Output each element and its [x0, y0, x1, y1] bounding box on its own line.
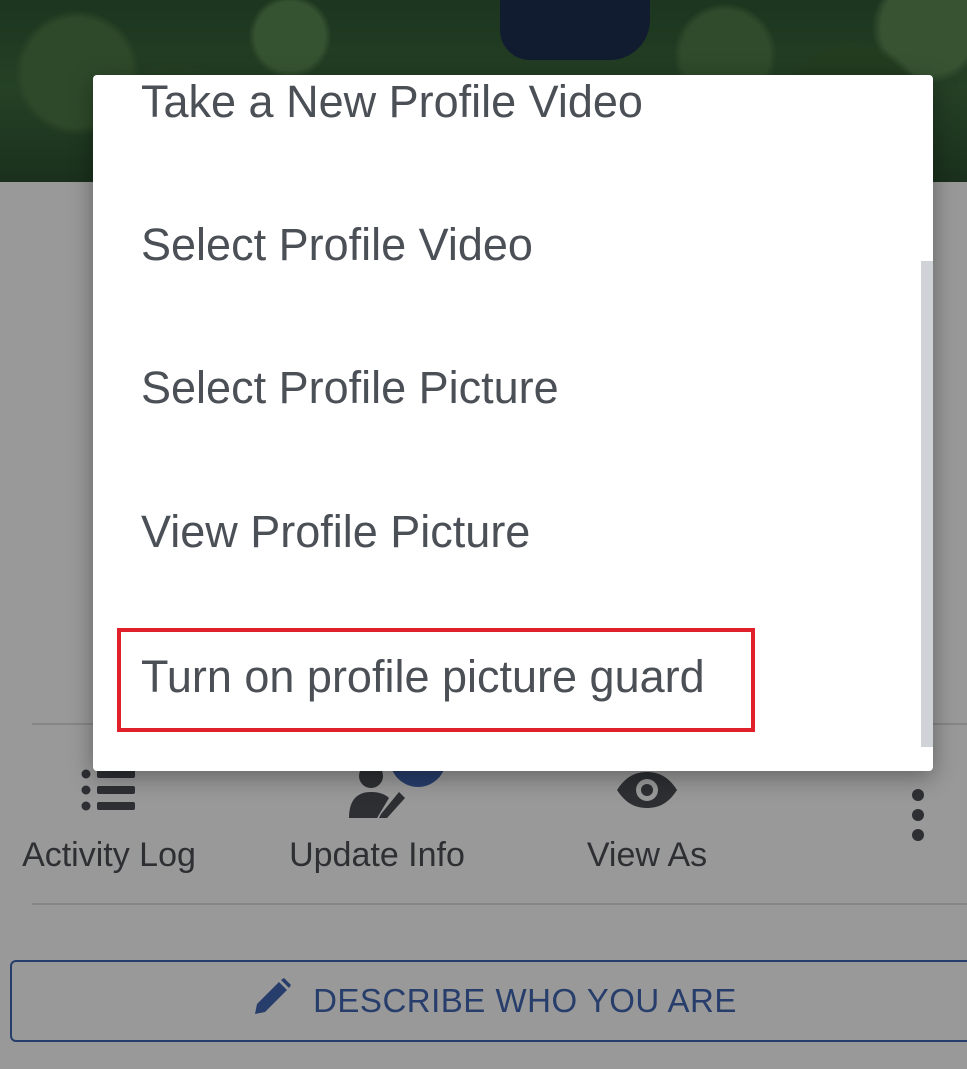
menu-item-label: Turn on profile picture guard: [141, 650, 705, 702]
menu-item-label: Take a New Profile Video: [141, 75, 643, 127]
menu-item-label: Select Profile Picture: [141, 361, 559, 413]
menu-item-label: View Profile Picture: [141, 505, 531, 557]
menu-item-take-new-profile-video[interactable]: Take a New Profile Video: [93, 75, 919, 173]
menu-item-select-profile-picture[interactable]: Select Profile Picture: [93, 316, 919, 459]
menu-item-select-profile-video[interactable]: Select Profile Video: [93, 173, 919, 316]
menu-item-turn-on-profile-picture-guard[interactable]: Turn on profile picture guard: [93, 605, 919, 748]
menu-item-label: Select Profile Video: [141, 218, 533, 270]
dialog-scrollbar[interactable]: [921, 261, 933, 747]
menu-item-view-profile-picture[interactable]: View Profile Picture: [93, 460, 919, 603]
profile-picture-options-dialog: Take a New Profile Video Select Profile …: [93, 75, 933, 771]
